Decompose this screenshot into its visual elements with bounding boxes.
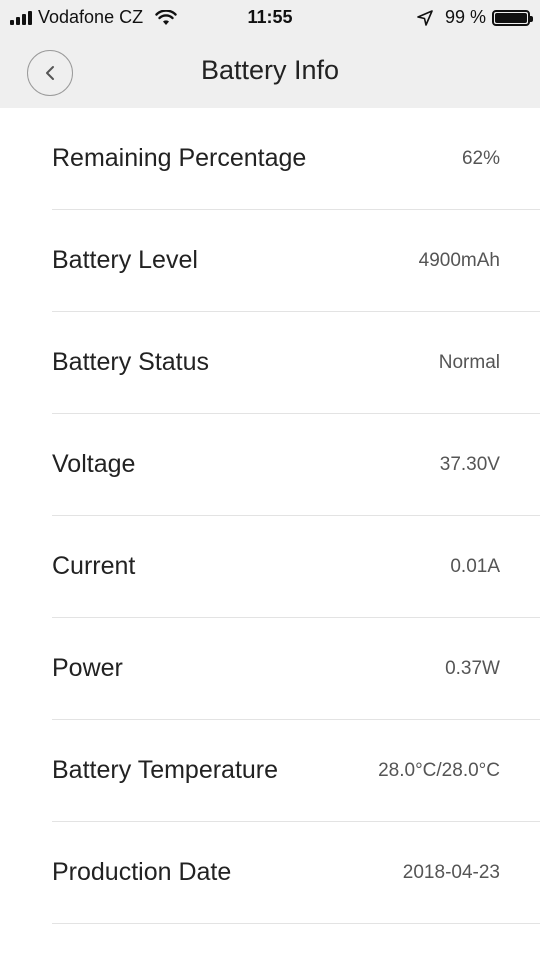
row-value: 4900mAh xyxy=(418,249,500,271)
page-title: Battery Info xyxy=(200,55,340,85)
battery-fill xyxy=(495,12,527,23)
row-value: 28.0°C/28.0°C xyxy=(378,759,500,781)
info-row-battery-temperature: Battery Temperature 28.0°C/28.0°C xyxy=(52,720,540,822)
battery-percent: 99 % xyxy=(444,7,486,27)
row-label: Battery Temperature xyxy=(52,756,279,784)
info-row-battery-level: Battery Level 4900mAh xyxy=(52,210,540,312)
info-row-current: Current 0.01A xyxy=(52,516,540,618)
row-label: Remaining Percentage xyxy=(52,144,307,172)
battery-nub xyxy=(530,15,533,22)
row-value: 0.37W xyxy=(445,657,500,679)
info-row-battery-status: Battery Status Normal xyxy=(52,312,540,414)
info-row-power: Power 0.37W xyxy=(52,618,540,720)
info-row-production-date: Production Date 2018-04-23 xyxy=(52,822,540,924)
row-label: Current xyxy=(52,552,136,580)
row-value: 62% xyxy=(461,147,500,169)
header-bar: Battery Info xyxy=(0,36,540,108)
row-value: 37.30V xyxy=(439,453,500,475)
row-label: Battery Level xyxy=(52,246,198,274)
row-label: Battery Status xyxy=(52,348,210,376)
row-value: Normal xyxy=(438,351,500,373)
battery-icon xyxy=(492,9,533,26)
location-arrow-icon xyxy=(417,9,433,26)
info-row-remaining-percentage: Remaining Percentage 62% xyxy=(52,108,540,210)
battery-info-list: Remaining Percentage 62% Battery Level 4… xyxy=(0,108,540,924)
row-label: Voltage xyxy=(52,450,136,478)
row-value: 2018-04-23 xyxy=(402,861,500,883)
row-label: Power xyxy=(52,654,123,682)
status-bar: Vodafone CZ 11:55 99 % xyxy=(0,0,540,36)
status-bar-right: 99 % xyxy=(417,7,533,28)
info-row-voltage: Voltage 37.30V xyxy=(52,414,540,516)
row-label: Production Date xyxy=(52,858,232,886)
row-value: 0.01A xyxy=(450,555,500,577)
